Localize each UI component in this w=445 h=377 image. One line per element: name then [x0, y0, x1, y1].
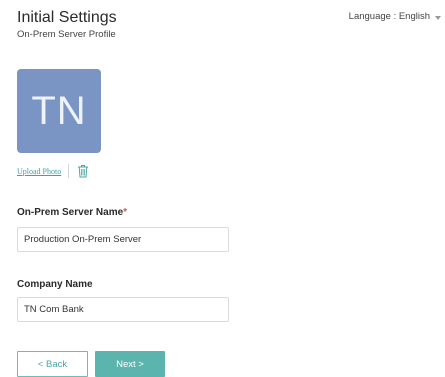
next-button[interactable]: Next > — [95, 351, 165, 377]
company-name-label: Company Name — [17, 279, 93, 290]
language-label: Language : English — [348, 11, 430, 22]
upload-photo-link[interactable]: Upload Photo — [17, 167, 61, 176]
required-marker: * — [123, 207, 128, 218]
server-name-label: On-Prem Server Name* — [17, 207, 127, 218]
page-title: Initial Settings — [17, 9, 117, 26]
back-button[interactable]: < Back — [17, 351, 88, 377]
server-name-label-text: On-Prem Server Name — [17, 207, 124, 218]
page-subtitle: On-Prem Server Profile — [17, 29, 116, 40]
company-name-input[interactable] — [17, 297, 229, 322]
divider — [68, 164, 70, 178]
photo-actions: Upload Photo — [17, 163, 90, 179]
avatar: TN — [17, 69, 101, 153]
chevron-down-icon — [435, 15, 441, 20]
language-selector[interactable]: Language : English — [349, 11, 441, 23]
avatar-initials: TN — [31, 88, 87, 133]
trash-icon[interactable] — [76, 163, 90, 179]
server-name-input[interactable] — [17, 227, 229, 252]
